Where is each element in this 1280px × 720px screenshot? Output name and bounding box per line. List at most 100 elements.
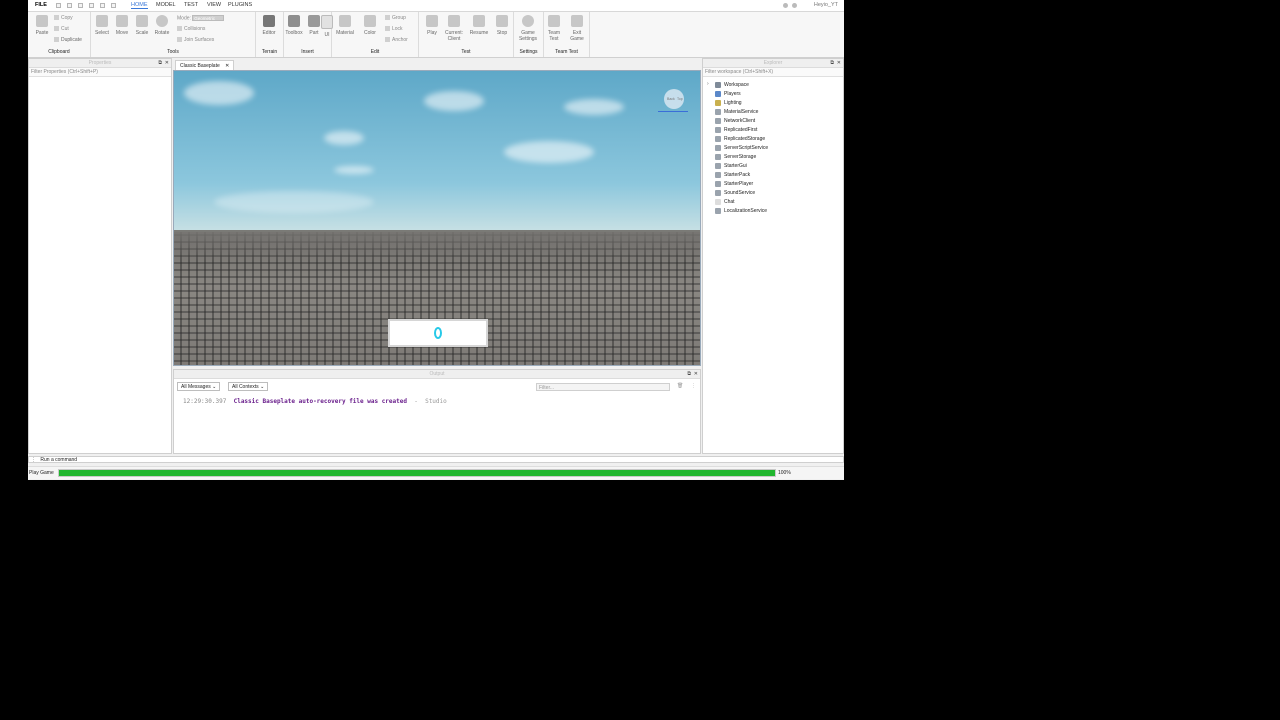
more-options-icon[interactable]: ⋮	[691, 383, 696, 389]
close-icon[interactable]: ✕	[694, 371, 698, 377]
output-title: Output	[174, 370, 700, 379]
loading-dialog	[388, 319, 488, 347]
messages-filter-dropdown[interactable]: All Messages ⌄	[177, 382, 221, 391]
copy-button[interactable]: Copy	[54, 15, 73, 21]
menu-file[interactable]: FILE	[35, 2, 47, 8]
explorer-item-replicatedfirst[interactable]: ReplicatedFirst	[715, 126, 757, 135]
group-button[interactable]: Group	[385, 15, 406, 21]
menu-bar: FILE HOME MODEL TEST VIEW PLUGINS Heyio_…	[28, 0, 844, 12]
progress-percent: 100%	[778, 470, 791, 476]
stop-icon	[496, 15, 508, 27]
explorer-filter-input[interactable]: Filter workspace (Ctrl+Shift+X)	[703, 68, 843, 77]
play-button[interactable]: Play	[422, 15, 442, 36]
mode-dropdown[interactable]: Geometric	[192, 15, 225, 21]
collisions-icon	[177, 26, 182, 32]
clear-output-icon[interactable]: 🗑	[677, 383, 683, 389]
resume-button[interactable]: Resume	[469, 15, 489, 36]
explorer-item-starterplayer[interactable]: StarterPlayer	[715, 180, 753, 189]
explorer-item-serverscriptservice[interactable]: ServerScriptService	[715, 144, 768, 153]
team-test-button[interactable]: Team Test	[544, 15, 564, 42]
explorer-item-soundservice[interactable]: SoundService	[715, 189, 755, 198]
monitor-icon	[448, 15, 460, 27]
explorer-item-localizationservice[interactable]: LocalizationService	[715, 207, 767, 216]
open-file-icon[interactable]	[67, 3, 72, 8]
redo-icon[interactable]	[100, 3, 105, 8]
explorer-item-players[interactable]: Players	[715, 90, 741, 99]
duplicate-button[interactable]: Duplicate	[54, 37, 82, 43]
clipboard-label: Clipboard	[48, 49, 70, 55]
command-input[interactable]: Run a command	[40, 457, 77, 463]
color-button[interactable]: Color	[360, 15, 380, 36]
exit-icon	[571, 15, 583, 27]
output-filter-input[interactable]: Filter...	[536, 383, 670, 391]
share-icon[interactable]	[783, 3, 788, 8]
close-icon[interactable]: ✕	[837, 60, 841, 66]
color-icon	[364, 15, 376, 27]
cut-button[interactable]: Cut	[54, 26, 69, 32]
stop-icon[interactable]	[111, 3, 116, 8]
explorer-item-lighting[interactable]: Lighting	[715, 99, 742, 108]
scale-button[interactable]: Scale	[132, 15, 152, 36]
user-name[interactable]: Heyio_YT	[814, 2, 838, 8]
properties-filter-input[interactable]: Filter Properties (Ctrl+Shift+P)	[29, 68, 171, 77]
explorer-item-serverstorage[interactable]: ServerStorage	[715, 153, 756, 162]
close-tab-icon[interactable]: ✕	[225, 63, 229, 69]
explorer-item-chat[interactable]: Chat	[715, 198, 735, 207]
collisions-toggle[interactable]: Collisions	[177, 26, 205, 32]
lock-button[interactable]: Lock	[385, 26, 403, 32]
explorer-item-startergui[interactable]: StarterGui	[715, 162, 747, 171]
close-icon[interactable]: ✕	[165, 60, 169, 66]
settings-label: Settings	[519, 49, 538, 55]
undock-icon[interactable]: ⧉	[687, 371, 691, 377]
horizon	[174, 230, 700, 232]
menu-view[interactable]: VIEW	[207, 2, 221, 8]
anchor-icon	[385, 37, 390, 43]
play-icon	[426, 15, 438, 27]
command-bar[interactable]: ⋮ Run a command	[28, 456, 844, 463]
cursor-icon	[96, 15, 108, 27]
undo-icon[interactable]	[89, 3, 94, 8]
join-surfaces-toggle[interactable]: Join Surfaces	[177, 37, 214, 43]
rotate-button[interactable]: Rotate	[152, 15, 172, 36]
explorer-item-replicatedstorage[interactable]: ReplicatedStorage	[715, 135, 765, 144]
cloud	[184, 81, 254, 105]
cloud	[424, 91, 484, 111]
move-button[interactable]: Move	[112, 15, 132, 36]
chevron-down-icon: ⌄	[212, 384, 217, 390]
explorer-item-networkclient[interactable]: NetworkClient	[715, 117, 755, 126]
paste-icon	[36, 15, 48, 27]
undock-icon[interactable]: ⧉	[158, 60, 162, 66]
mode-selector[interactable]: Mode: Geometric	[177, 15, 225, 21]
view-selector-cube[interactable]: Back Top	[658, 89, 688, 112]
menu-model[interactable]: MODEL	[156, 2, 176, 8]
expand-arrow-icon[interactable]: ›	[707, 81, 709, 87]
terrain-editor-button[interactable]: Editor	[259, 15, 279, 36]
replicated-first-icon	[715, 126, 721, 133]
terrain-group: Editor Terrain	[256, 12, 284, 57]
stop-button[interactable]: Stop	[492, 15, 512, 36]
anchor-button[interactable]: Anchor	[385, 37, 408, 43]
select-button[interactable]: Select	[92, 15, 112, 36]
explorer-item-workspace[interactable]: Workspace	[715, 81, 749, 90]
cube-label-back: Back	[667, 97, 675, 101]
menu-plugins[interactable]: PLUGINS	[228, 2, 252, 8]
menu-test[interactable]: TEST	[184, 2, 198, 8]
copy-icon	[54, 15, 59, 21]
explorer-item-starterpack[interactable]: StarterPack	[715, 171, 750, 180]
3d-viewport[interactable]: Back Top	[173, 70, 701, 366]
new-file-icon[interactable]	[56, 3, 61, 8]
menu-home[interactable]: HOME	[131, 2, 148, 9]
current-client-button[interactable]: Current: Client	[444, 15, 464, 42]
material-button[interactable]: Material	[335, 15, 355, 36]
undock-icon[interactable]: ⧉	[830, 60, 834, 66]
settings-group: Game Settings Settings	[514, 12, 544, 57]
explorer-item-materialservice[interactable]: MaterialService	[715, 108, 758, 117]
paste-button[interactable]: Paste	[32, 15, 52, 36]
toolbox-button[interactable]: Toolbox	[284, 15, 304, 36]
contexts-filter-dropdown[interactable]: All Contexts ⌄	[228, 382, 269, 391]
help-icon[interactable]	[792, 3, 797, 8]
save-icon[interactable]	[78, 3, 83, 8]
exit-game-button[interactable]: Exit Game	[567, 15, 587, 42]
localization-service-icon	[715, 207, 721, 214]
game-settings-button[interactable]: Game Settings	[518, 15, 538, 42]
